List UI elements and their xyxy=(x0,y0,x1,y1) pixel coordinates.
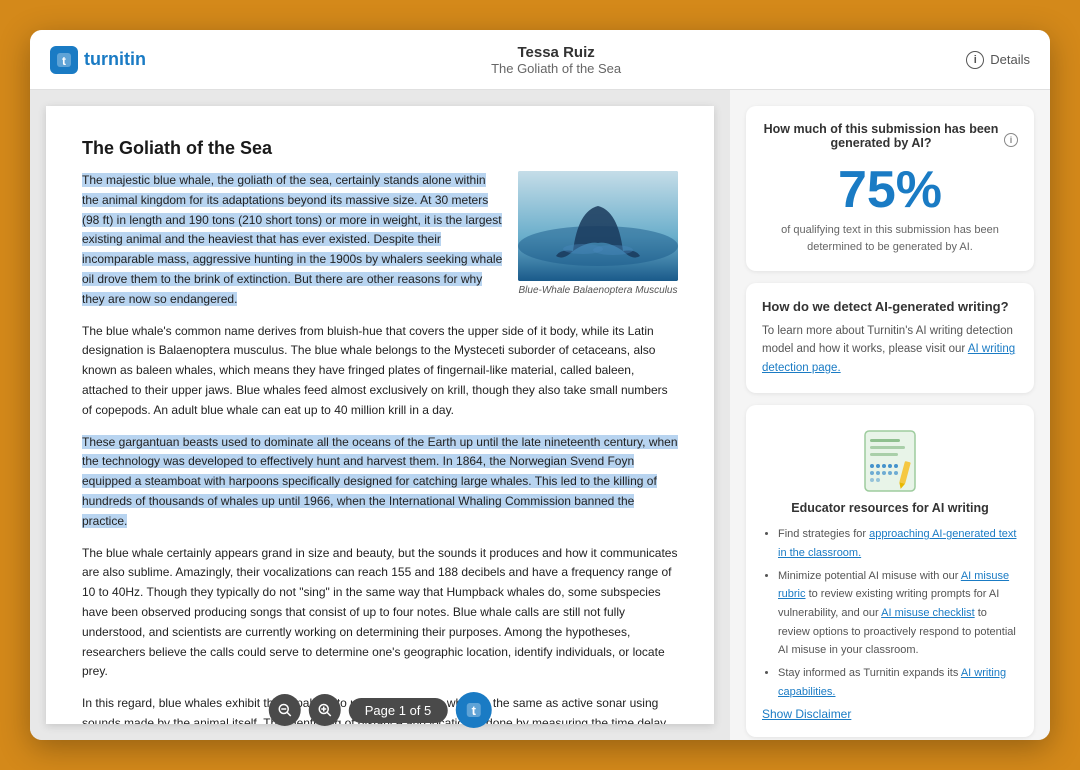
educator-illustration xyxy=(850,421,930,501)
ai-description: of qualifying text in this submission ha… xyxy=(762,222,1018,255)
header-doc-title: The Goliath of the Sea xyxy=(491,61,621,76)
header: t turnitin Tessa Ruiz The Goliath of the… xyxy=(30,30,1050,90)
turnitin-home-button[interactable]: t xyxy=(455,692,491,728)
detection-question: How do we detect AI-generated writing? xyxy=(762,299,1018,314)
ai-percentage: 75% xyxy=(762,164,1018,216)
whale-image-block: Blue-Whale Balaenoptera Musculus xyxy=(518,171,678,296)
whale-image xyxy=(518,171,678,281)
turnitin-logo-icon: t xyxy=(50,46,78,74)
educator-list: Find strategies for approaching AI-gener… xyxy=(762,525,1018,701)
details-button[interactable]: i Details xyxy=(966,51,1030,69)
logo-area: t turnitin xyxy=(50,46,146,74)
detection-body: To learn more about Turnitin's AI writin… xyxy=(762,322,1018,377)
ai-question-info-icon[interactable]: i xyxy=(1004,133,1018,147)
ai-detection-card: How much of this submission has been gen… xyxy=(746,106,1034,271)
document-page: The Goliath of the Sea The majestic blue… xyxy=(46,106,714,724)
svg-text:t: t xyxy=(62,54,66,68)
image-caption: Blue-Whale Balaenoptera Musculus xyxy=(519,285,678,296)
edu-bullet2-link2[interactable]: AI misuse checklist xyxy=(881,607,975,619)
edu-bullet2: Minimize potential AI misuse with our AI… xyxy=(778,567,1018,660)
edu-bullet2-text: Minimize potential AI misuse with our xyxy=(778,570,961,582)
app-window: t turnitin Tessa Ruiz The Goliath of the… xyxy=(30,30,1050,740)
info-icon: i xyxy=(966,51,984,69)
para4: The blue whale certainly appears grand i… xyxy=(82,544,678,683)
header-username: Tessa Ruiz xyxy=(491,44,621,61)
intro-text: The majestic blue whale, the goliath of … xyxy=(82,171,504,310)
svg-text:t: t xyxy=(471,703,476,718)
ai-question-row: How much of this submission has been gen… xyxy=(762,122,1018,158)
document-panel: The Goliath of the Sea The majestic blue… xyxy=(30,90,730,740)
edu-bullet1: Find strategies for approaching AI-gener… xyxy=(778,525,1018,562)
details-label: Details xyxy=(990,52,1030,67)
highlighted-para1: The majestic blue whale, the goliath of … xyxy=(82,173,502,306)
header-center: Tessa Ruiz The Goliath of the Sea xyxy=(491,44,621,76)
ai-question: How much of this submission has been gen… xyxy=(762,122,1000,150)
turnitin-logo-text: turnitin xyxy=(84,49,146,70)
right-panel: How much of this submission has been gen… xyxy=(730,90,1050,740)
para2: The blue whale's common name derives fro… xyxy=(82,322,678,421)
main-content: The Goliath of the Sea The majestic blue… xyxy=(30,90,1050,740)
doc-toolbar: Page 1 of 5 t xyxy=(269,692,492,728)
intro-section: The majestic blue whale, the goliath of … xyxy=(82,171,678,310)
edu-bullet3: Stay informed as Turnitin expands its AI… xyxy=(778,664,1018,701)
edu-bullet3-text: Stay informed as Turnitin expands its xyxy=(778,667,961,679)
detection-method-card: How do we detect AI-generated writing? T… xyxy=(746,283,1034,393)
show-disclaimer-link[interactable]: Show Disclaimer xyxy=(762,707,1018,721)
zoom-out-button[interactable] xyxy=(269,694,301,726)
zoom-in-button[interactable] xyxy=(309,694,341,726)
edu-bullet1-text: Find strategies for xyxy=(778,528,869,540)
educator-title: Educator resources for AI writing xyxy=(762,501,1018,515)
document-title: The Goliath of the Sea xyxy=(82,138,678,159)
para3: These gargantuan beasts used to dominate… xyxy=(82,433,678,532)
educator-resources-card: Educator resources for AI writing Find s… xyxy=(746,405,1034,737)
page-indicator: Page 1 of 5 xyxy=(349,698,448,723)
highlighted-para3: These gargantuan beasts used to dominate… xyxy=(82,435,678,528)
